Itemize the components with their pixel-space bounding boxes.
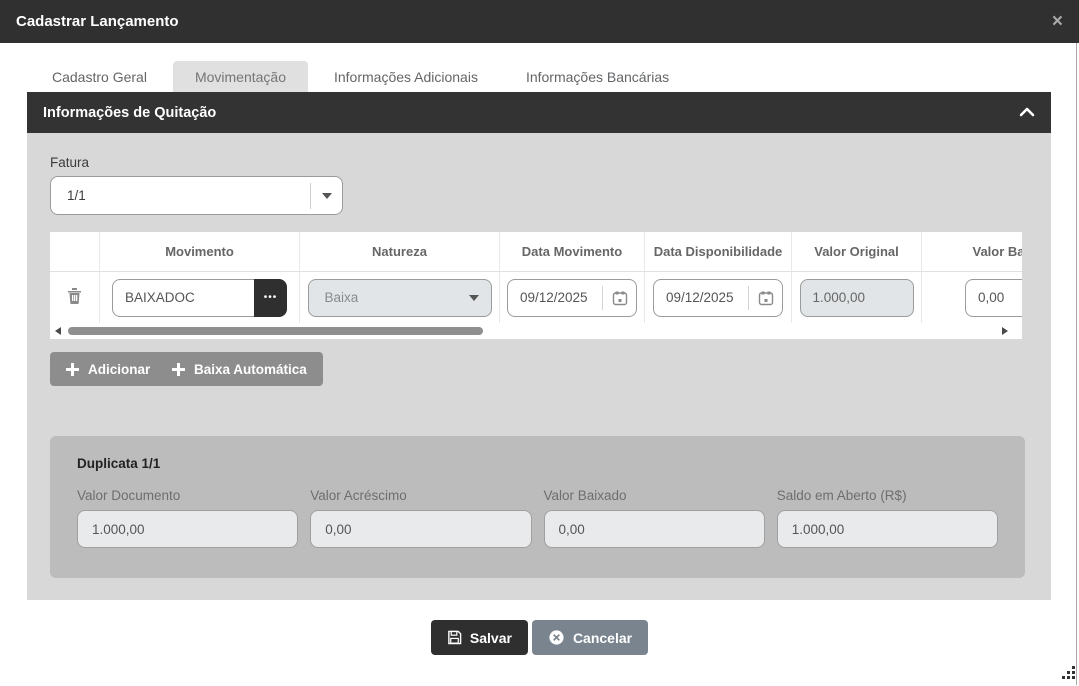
data-disponibilidade-field[interactable]: 09/12/2025 xyxy=(653,279,783,317)
col-valor-original: Valor Original xyxy=(792,232,922,272)
chevron-up-icon[interactable] xyxy=(1019,104,1035,122)
valor-baixado-input[interactable] xyxy=(965,279,1022,317)
plus-icon xyxy=(172,363,185,376)
col-actions xyxy=(50,232,100,272)
dialog-right-border xyxy=(1076,43,1077,685)
salvar-button[interactable]: Salvar xyxy=(431,620,528,655)
col-data-movimento: Data Movimento xyxy=(500,232,645,272)
scrollbar-thumb[interactable] xyxy=(68,327,483,335)
scroll-right-icon[interactable] xyxy=(1002,327,1008,335)
cancel-icon xyxy=(548,629,565,646)
fatura-label: Fatura xyxy=(50,155,89,170)
valor-acrescimo-input xyxy=(310,510,531,548)
col-data-disponibilidade: Data Disponibilidade xyxy=(645,232,792,272)
valor-baixado-summary-input xyxy=(544,510,765,548)
tab-cadastro-geral[interactable]: Cadastro Geral xyxy=(30,61,169,92)
chevron-down-icon xyxy=(469,295,479,301)
tab-label: Cadastro Geral xyxy=(52,69,147,85)
col-valor-baixado: Valor Baixado xyxy=(922,232,1022,272)
adicionar-label: Adicionar xyxy=(88,362,150,377)
tab-label: Movimentação xyxy=(195,69,286,85)
tab-label: Informações Adicionais xyxy=(334,69,478,85)
fatura-caret-box[interactable] xyxy=(310,183,342,209)
col-movimento: Movimento xyxy=(100,232,300,272)
baixa-automatica-button[interactable]: Baixa Automática xyxy=(156,352,323,386)
valor-baixado-label: Valor Baixado xyxy=(544,488,765,503)
tab-informacoes-adicionais[interactable]: Informações Adicionais xyxy=(312,61,500,92)
valor-documento-label: Valor Documento xyxy=(77,488,298,503)
data-disponibilidade-value: 09/12/2025 xyxy=(654,290,748,305)
movimento-field-group: ••• xyxy=(112,279,287,317)
adicionar-button[interactable]: Adicionar xyxy=(50,352,166,386)
fatura-value: 1/1 xyxy=(51,188,310,203)
footer-actions: Salvar Cancelar xyxy=(0,620,1079,655)
valor-acrescimo-field: Valor Acréscimo xyxy=(310,488,531,548)
valor-original-input xyxy=(800,279,914,317)
tab-label: Informações Bancárias xyxy=(526,69,669,85)
tab-informacoes-bancarias[interactable]: Informações Bancárias xyxy=(504,61,691,92)
tab-movimentacao[interactable]: Movimentação xyxy=(173,61,308,92)
salvar-label: Salvar xyxy=(470,630,512,646)
duplicata-panel: Duplicata 1/1 Valor Documento Valor Acré… xyxy=(50,436,1025,578)
plus-icon xyxy=(66,363,79,376)
baixa-automatica-label: Baixa Automática xyxy=(194,362,307,377)
valor-baixado-summary-field: Valor Baixado xyxy=(544,488,765,548)
resize-grip[interactable] xyxy=(1059,663,1077,686)
section-title: Informações de Quitação xyxy=(43,105,216,121)
chevron-down-icon xyxy=(322,193,332,199)
fatura-select[interactable]: 1/1 xyxy=(50,176,343,215)
table-header-row: Movimento Natureza Data Movimento Data D… xyxy=(50,232,1022,272)
saldo-em-aberto-field: Saldo em Aberto (R$) xyxy=(777,488,998,548)
col-natureza: Natureza xyxy=(300,232,500,272)
save-icon xyxy=(447,630,462,645)
calendar-icon[interactable] xyxy=(602,286,636,310)
dialog-titlebar: Cadastrar Lançamento × xyxy=(0,0,1079,43)
valor-acrescimo-label: Valor Acréscimo xyxy=(310,488,531,503)
cancelar-label: Cancelar xyxy=(573,630,632,646)
cancelar-button[interactable]: Cancelar xyxy=(532,620,648,655)
movimento-input[interactable] xyxy=(112,279,254,317)
data-movimento-value: 09/12/2025 xyxy=(508,290,602,305)
calendar-icon[interactable] xyxy=(748,286,782,310)
duplicata-title: Duplicata 1/1 xyxy=(77,456,998,471)
natureza-select[interactable]: Baixa xyxy=(308,279,492,317)
valor-documento-input xyxy=(77,510,298,548)
movimento-lookup-button[interactable]: ••• xyxy=(254,279,287,317)
dialog-title: Cadastrar Lançamento xyxy=(16,13,179,30)
valor-documento-field: Valor Documento xyxy=(77,488,298,548)
close-icon[interactable]: × xyxy=(1052,12,1063,31)
saldo-em-aberto-input xyxy=(777,510,998,548)
natureza-value: Baixa xyxy=(325,290,359,305)
table-row: ••• Baixa 09/12/2025 xyxy=(50,272,1022,323)
scroll-left-icon[interactable] xyxy=(55,327,61,335)
delete-row-icon[interactable] xyxy=(67,287,82,309)
movements-table: Movimento Natureza Data Movimento Data D… xyxy=(50,232,1022,339)
section-header-quitacao[interactable]: Informações de Quitação xyxy=(27,92,1051,133)
data-movimento-field[interactable]: 09/12/2025 xyxy=(507,279,637,317)
section-body-quitacao: Fatura 1/1 Movimento Natureza Data Movim… xyxy=(27,133,1051,600)
saldo-em-aberto-label: Saldo em Aberto (R$) xyxy=(777,488,998,503)
tab-bar: Cadastro Geral Movimentação Informações … xyxy=(0,43,1079,92)
table-horizontal-scrollbar xyxy=(50,323,1022,339)
